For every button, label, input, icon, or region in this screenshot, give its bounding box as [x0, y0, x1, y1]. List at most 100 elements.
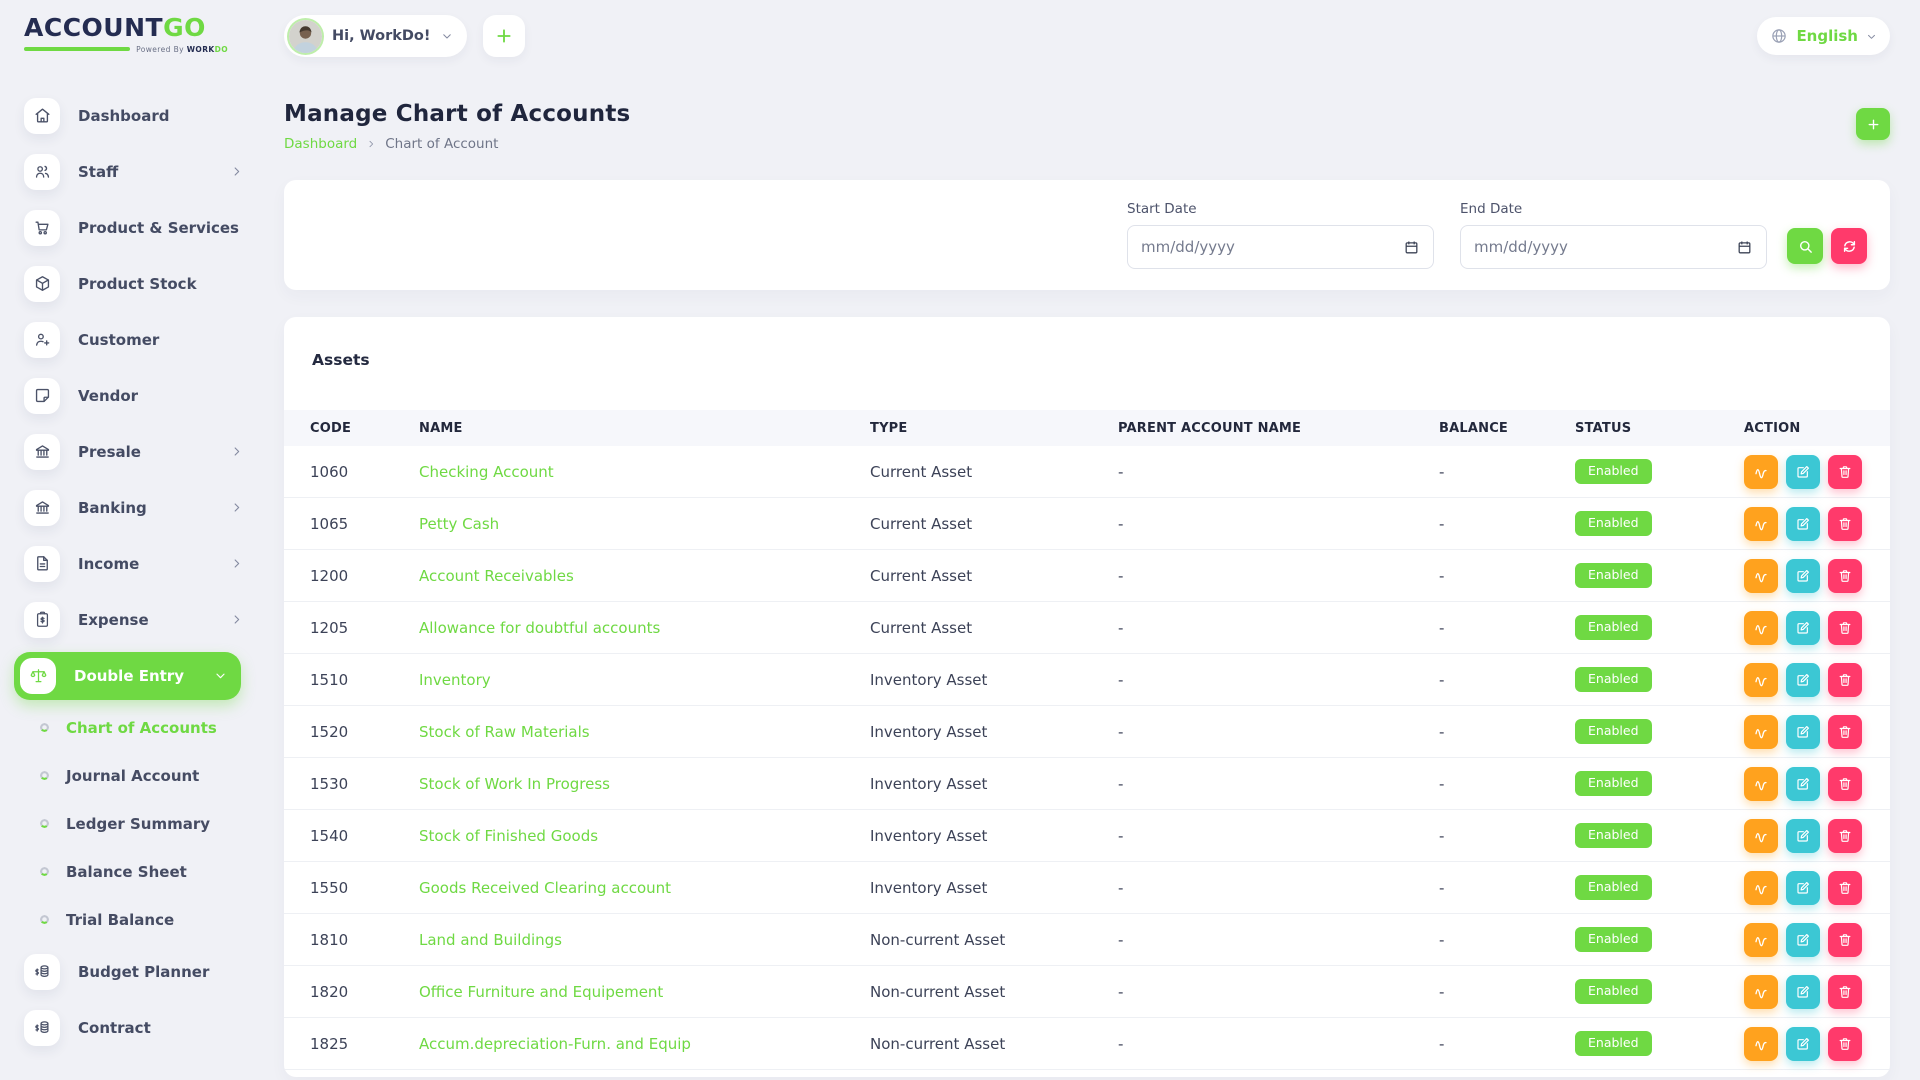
activity-button[interactable]	[1744, 1027, 1778, 1061]
apply-filter-button[interactable]	[1787, 228, 1823, 264]
activity-button[interactable]	[1744, 819, 1778, 853]
activity-button[interactable]	[1744, 871, 1778, 905]
sidebar-subitem-chart-of-accounts[interactable]: Chart of Accounts	[40, 714, 257, 742]
calendar-icon[interactable]	[1736, 239, 1753, 256]
edit-button[interactable]	[1786, 767, 1820, 801]
chevron-right-icon	[366, 139, 376, 149]
bullet-icon	[40, 723, 49, 732]
account-name-link[interactable]: Account Receivables	[419, 567, 574, 585]
sidebar-item-vendor[interactable]: Vendor	[24, 378, 243, 414]
account-type: Non-current Asset	[870, 931, 1118, 949]
chevron-down-icon	[441, 30, 453, 42]
sidebar-subitem-balance-sheet[interactable]: Balance Sheet	[40, 858, 257, 886]
activity-button[interactable]	[1744, 611, 1778, 645]
language-selector[interactable]: English	[1757, 17, 1890, 55]
delete-button[interactable]	[1828, 611, 1862, 645]
sidebar-item-customer[interactable]: Customer	[24, 322, 243, 358]
sidebar-item-income[interactable]: Income	[24, 546, 243, 582]
account-name-link[interactable]: Stock of Finished Goods	[419, 827, 598, 845]
delete-button[interactable]	[1828, 1027, 1862, 1061]
edit-button[interactable]	[1786, 1027, 1820, 1061]
table-row: 1820 Office Furniture and Equipement Non…	[284, 966, 1890, 1018]
activity-button[interactable]	[1744, 455, 1778, 489]
sidebar-item-contract[interactable]: Contract	[24, 1010, 243, 1046]
status-badge: Enabled	[1575, 823, 1652, 848]
edit-button[interactable]	[1786, 663, 1820, 697]
delete-button[interactable]	[1828, 923, 1862, 957]
account-name-link[interactable]: Stock of Raw Materials	[419, 723, 590, 741]
create-account-button[interactable]	[1856, 108, 1890, 140]
delete-button[interactable]	[1828, 767, 1862, 801]
account-name-link[interactable]: Checking Account	[419, 463, 554, 481]
sidebar-item-dashboard[interactable]: Dashboard	[24, 98, 243, 134]
account-name-link[interactable]: Inventory	[419, 671, 491, 689]
edit-button[interactable]	[1786, 611, 1820, 645]
sidebar-item-expense[interactable]: Expense	[24, 602, 243, 638]
sidebar-item-budget-planner[interactable]: Budget Planner	[24, 954, 243, 990]
edit-button[interactable]	[1786, 819, 1820, 853]
delete-button[interactable]	[1828, 663, 1862, 697]
delete-button[interactable]	[1828, 975, 1862, 1009]
edit-button[interactable]	[1786, 455, 1820, 489]
delete-button[interactable]	[1828, 871, 1862, 905]
account-balance: -	[1439, 775, 1575, 793]
bank-icon	[24, 490, 60, 526]
edit-button[interactable]	[1786, 975, 1820, 1009]
activity-button[interactable]	[1744, 507, 1778, 541]
sidebar-item-presale[interactable]: Presale	[24, 434, 243, 470]
sidebar-subitem-journal-account[interactable]: Journal Account	[40, 762, 257, 790]
end-date-input[interactable]: mm/dd/yyyy	[1460, 225, 1767, 269]
coins-icon	[24, 954, 60, 990]
account-balance: -	[1439, 1035, 1575, 1053]
sidebar-subitem-trial-balance[interactable]: Trial Balance	[40, 906, 257, 934]
activity-button[interactable]	[1744, 923, 1778, 957]
account-name-link[interactable]: Goods Received Clearing account	[419, 879, 671, 897]
chevron-right-icon	[230, 165, 243, 178]
activity-button[interactable]	[1744, 663, 1778, 697]
edit-button[interactable]	[1786, 923, 1820, 957]
sidebar-item-product-services[interactable]: Product & Services	[24, 210, 243, 246]
account-name-link[interactable]: Allowance for doubtful accounts	[419, 619, 660, 637]
sidebar-item-staff[interactable]: Staff	[24, 154, 243, 190]
edit-button[interactable]	[1786, 507, 1820, 541]
account-name-link[interactable]: Land and Buildings	[419, 931, 562, 949]
sidebar-item-product-stock[interactable]: Product Stock	[24, 266, 243, 302]
account-name-link[interactable]: Stock of Work In Progress	[419, 775, 610, 793]
edit-button[interactable]	[1786, 871, 1820, 905]
edit-button[interactable]	[1786, 715, 1820, 749]
calendar-icon[interactable]	[1403, 239, 1420, 256]
sidebar-subitem-ledger-summary[interactable]: Ledger Summary	[40, 810, 257, 838]
account-name-link[interactable]: Accum.depreciation-Furn. and Equip	[419, 1035, 691, 1053]
chevron-down-icon	[1866, 31, 1877, 42]
account-code: 1065	[310, 515, 419, 533]
column-header-balance: BALANCE	[1439, 421, 1575, 436]
activity-button[interactable]	[1744, 975, 1778, 1009]
sidebar-item-double-entry[interactable]: Double Entry	[14, 652, 241, 700]
section-title: Assets	[312, 351, 1864, 369]
edit-button[interactable]	[1786, 559, 1820, 593]
start-date-input[interactable]: mm/dd/yyyy	[1127, 225, 1434, 269]
delete-button[interactable]	[1828, 455, 1862, 489]
delete-button[interactable]	[1828, 507, 1862, 541]
delete-button[interactable]	[1828, 819, 1862, 853]
account-type: Non-current Asset	[870, 1035, 1118, 1053]
table-row: 1510 Inventory Inventory Asset - - Enabl…	[284, 654, 1890, 706]
quick-add-button[interactable]	[483, 15, 525, 57]
sidebar-nav: Dashboard Staff Product & Services Produ…	[0, 98, 257, 1046]
sidebar-item-banking[interactable]: Banking	[24, 490, 243, 526]
account-name-link[interactable]: Petty Cash	[419, 515, 499, 533]
activity-button[interactable]	[1744, 715, 1778, 749]
breadcrumb-dashboard-link[interactable]: Dashboard	[284, 136, 357, 152]
reset-filter-button[interactable]	[1831, 228, 1867, 264]
account-name-link[interactable]: Office Furniture and Equipement	[419, 983, 663, 1001]
app-logo[interactable]: ACCOUNTGO Powered By WORKDO	[24, 14, 228, 54]
delete-button[interactable]	[1828, 559, 1862, 593]
activity-button[interactable]	[1744, 767, 1778, 801]
activity-button[interactable]	[1744, 559, 1778, 593]
table-row: 1810 Land and Buildings Non-current Asse…	[284, 914, 1890, 966]
table-row: 1550 Goods Received Clearing account Inv…	[284, 862, 1890, 914]
parent-account-name: -	[1118, 931, 1439, 949]
column-header-code: CODE	[310, 421, 419, 436]
user-menu[interactable]: Hi, WorkDo!	[284, 15, 467, 57]
delete-button[interactable]	[1828, 715, 1862, 749]
